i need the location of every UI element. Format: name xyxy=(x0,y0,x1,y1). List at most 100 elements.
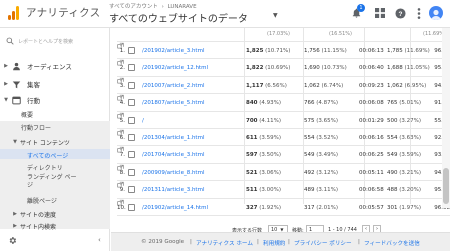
row-checkbox[interactable] xyxy=(128,151,135,159)
sidebar-item-label: サイト コンテンツ xyxy=(20,139,70,147)
sidebar-item-label: サイト内検索 xyxy=(20,223,57,231)
acquisition-icon xyxy=(12,81,21,88)
pageviews-value: 1,822 xyxy=(246,65,264,72)
entrances-value: 1,062 xyxy=(387,82,403,89)
pageviews-cell: 840 (4.93%) xyxy=(246,100,301,106)
page-link[interactable]: /201902/article_12.html xyxy=(142,65,208,71)
page-link[interactable]: /201902/article_3.html xyxy=(142,48,204,54)
pageviews-cell: 597 (3.50%) xyxy=(246,152,301,158)
sidebar-item-audience[interactable]: ▶ オーディエンス xyxy=(0,60,110,72)
sidebar-item-behavior[interactable]: ▼ 行動 xyxy=(0,94,110,106)
entrances-cell: 549 (3.59%) xyxy=(387,152,425,158)
pageviews-pct: (1.92%) xyxy=(259,204,281,211)
page-link[interactable]: /201807/article_5.html xyxy=(142,100,204,106)
footer-link-privacy[interactable]: プライバシー ポリシー xyxy=(294,239,352,247)
row-checkbox[interactable] xyxy=(128,186,135,194)
row-index: 2. xyxy=(119,65,125,72)
chevron-left-icon[interactable]: ‹ xyxy=(98,236,101,244)
help-icon[interactable]: ? xyxy=(393,6,407,20)
caret-down-icon: ▼ xyxy=(4,97,8,103)
page-link[interactable]: /201311/article_3.html xyxy=(142,187,204,193)
row-checkbox[interactable] xyxy=(128,203,135,211)
total-pct: (16.51%) xyxy=(329,31,352,37)
pageviews-value: 327 xyxy=(246,204,258,211)
page-link[interactable]: /201007/article_2.html xyxy=(142,83,204,89)
pageviews-value: 1,825 xyxy=(246,48,264,54)
entrances-cell: 500 (3.27%) xyxy=(387,118,425,124)
pageviews-cell: 521 (3.06%) xyxy=(246,170,301,176)
more-vert-icon[interactable] xyxy=(412,6,426,20)
sidebar-item-behavior-overview[interactable]: 概要 xyxy=(0,110,110,119)
sidebar-item-directory[interactable]: ディレクトリ xyxy=(0,163,110,172)
sidebar-item-site-content[interactable]: ▼ サイト コンテンツ xyxy=(0,136,110,148)
sidebar-item-behavior-flow[interactable]: 行動フロー xyxy=(0,123,110,132)
footer-sep: | xyxy=(358,239,360,245)
page-link[interactable]: /201704/article_3.html xyxy=(142,152,204,158)
table-row: 9./201311/article_3.html 511 (3.00%) 489 (… xyxy=(117,181,450,199)
sidebar-item-site-search[interactable]: ▶ サイト内検索 xyxy=(0,221,110,231)
page-link[interactable]: /200909/article_8.html xyxy=(142,170,204,176)
scrollbar[interactable] xyxy=(442,28,450,208)
table-totals-row: (17.03%) (16.51%) (11.69%) xyxy=(117,28,450,42)
caret-down-icon[interactable]: ▼ xyxy=(273,12,278,19)
page-link[interactable]: /201304/article_1.html xyxy=(142,135,204,141)
table-row: 1./201902/article_3.html 1,825 (10.71%) 1,… xyxy=(117,42,450,60)
unique-pageviews-value: 1,690 xyxy=(304,65,320,72)
gear-icon[interactable] xyxy=(8,236,17,245)
page-link[interactable]: / xyxy=(142,118,144,124)
footer-sep: | xyxy=(190,239,192,245)
pageviews-value: 611 xyxy=(246,135,258,141)
avatar[interactable] xyxy=(429,6,443,20)
row-checkbox[interactable] xyxy=(128,116,135,124)
pageviews-cell: 611 (3.59%) xyxy=(246,135,301,141)
unique-pageviews-value: 317 xyxy=(304,204,315,211)
apps-grid-icon[interactable] xyxy=(373,6,387,20)
unique-pageviews-pct: (3.52%) xyxy=(316,135,339,141)
sidebar-item-landing-pages[interactable]: ランディング ページ xyxy=(0,174,78,190)
app-title[interactable]: アナリティクス xyxy=(26,5,100,20)
page-link[interactable]: /201902/article_14.html xyxy=(142,205,208,211)
sidebar-item-exit-pages[interactable]: 離脱ページ xyxy=(0,196,110,205)
unique-pageviews-cell: 489 (3.11%) xyxy=(304,187,359,193)
footer-link-terms[interactable]: 利用規約 xyxy=(263,239,285,247)
pageviews-pct: (3.59%) xyxy=(259,135,281,141)
caret-down-icon: ▼ xyxy=(13,139,17,145)
svg-text:?: ? xyxy=(398,10,402,17)
footer-link-analytics-home[interactable]: アナリティクス ホーム xyxy=(196,239,253,247)
view-selector[interactable]: すべてのウェブサイトのデータ xyxy=(109,10,248,25)
table-row: 2. /201902/article_12.html 1,822 (10.69%) 1… xyxy=(117,59,450,77)
unique-pageviews-pct: (4.87%) xyxy=(316,100,339,107)
sidebar: レポートとヘルプを検索 ▶ オーディエンス ▶ 集客 ▼ 行動 概要 行動フロー… xyxy=(0,28,110,251)
pageviews-cell: 1,822 (10.69%) xyxy=(246,65,301,71)
entrances-value: 488 xyxy=(387,187,398,194)
row-checkbox[interactable] xyxy=(128,81,135,89)
unique-pageviews-pct: (3.11%) xyxy=(316,187,339,194)
report-search-input[interactable]: レポートとヘルプを検索 xyxy=(6,34,106,48)
search-placeholder: レポートとヘルプを検索 xyxy=(18,38,74,45)
pageviews-cell: 511 (3.00%) xyxy=(246,187,301,193)
row-checkbox[interactable] xyxy=(128,168,135,176)
pageviews-cell: 327 (1.92%) xyxy=(246,205,301,211)
row-checkbox[interactable] xyxy=(128,64,135,72)
analytics-logo[interactable] xyxy=(8,6,20,20)
entrances-cell: 490 (3.21%) xyxy=(387,170,425,176)
sidebar-item-label: すべてのページ xyxy=(27,152,69,160)
entrances-pct: (5.01%) xyxy=(399,100,422,107)
sidebar-item-all-pages[interactable]: すべてのページ xyxy=(0,149,110,160)
unique-pageviews-cell: 549 (3.49%) xyxy=(304,152,359,158)
unique-pageviews-cell: 554 (3.52%) xyxy=(304,135,359,141)
breadcrumb[interactable]: すべてのアカウント › LUNARAVE xyxy=(109,2,197,10)
scrollbar-thumb[interactable] xyxy=(443,168,449,204)
unique-pageviews-value: 575 xyxy=(304,117,315,124)
footer-link-feedback[interactable]: フィードバックを送信 xyxy=(364,239,420,247)
pageviews-pct: (3.50%) xyxy=(259,152,281,159)
sidebar-item-acquisition[interactable]: ▶ 集客 xyxy=(0,78,110,90)
pageviews-value: 700 xyxy=(246,117,258,124)
unique-pageviews-value: 492 xyxy=(304,169,315,176)
row-checkbox[interactable] xyxy=(128,47,135,54)
row-index: 7. xyxy=(119,152,125,159)
entrances-pct: (3.20%) xyxy=(399,187,422,194)
row-checkbox[interactable] xyxy=(128,134,135,141)
row-checkbox[interactable] xyxy=(128,99,135,107)
sidebar-item-site-speed[interactable]: ▶ サイトの速度 xyxy=(0,209,110,219)
